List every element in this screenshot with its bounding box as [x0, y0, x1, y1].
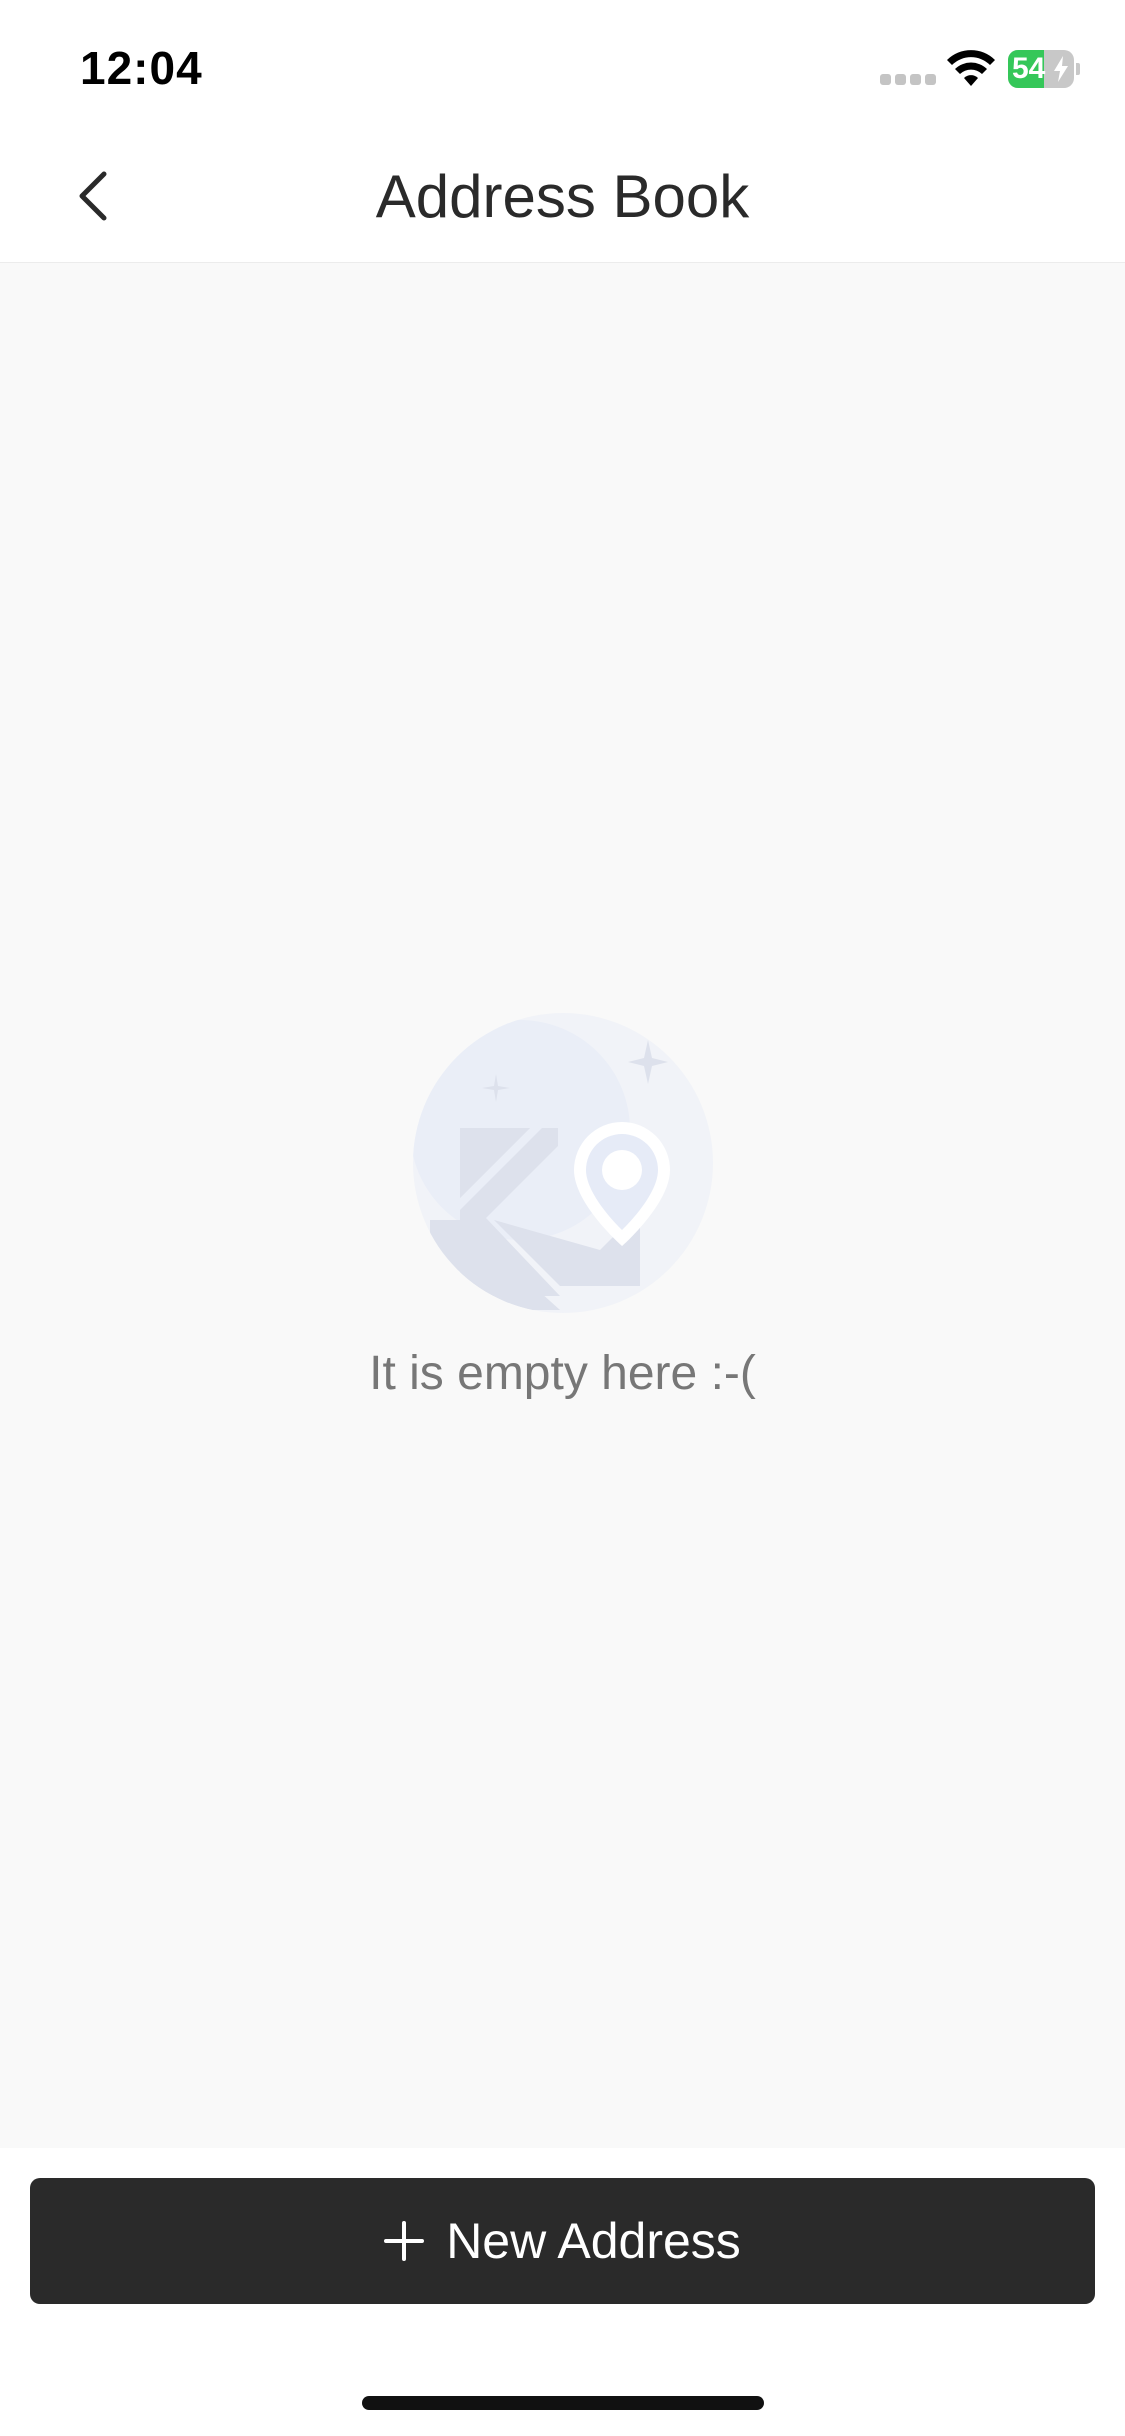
cellular-signal-icon [880, 74, 936, 86]
empty-state-message: It is empty here :-( [369, 1347, 756, 1400]
new-address-button[interactable]: New Address [30, 2178, 1095, 2304]
bottom-action-bar: New Address [0, 2148, 1125, 2436]
wifi-icon [947, 50, 995, 86]
plus-icon [384, 2221, 425, 2261]
home-indicator[interactable] [362, 2396, 764, 2410]
map-location-pin-icon [413, 1013, 713, 1313]
battery-level: 54 [1012, 52, 1046, 85]
battery-icon: 54 [1008, 50, 1080, 88]
status-bar: 12:04 54 [0, 0, 1125, 132]
navigation-bar: Address Book [0, 132, 1125, 263]
new-address-label: New Address [446, 2213, 741, 2269]
page-title: Address Book [375, 163, 750, 230]
charging-bolt-icon [1054, 56, 1068, 82]
status-time: 12:04 [80, 42, 203, 94]
address-book-screen: 12:04 54 Address Book It is empty here:… [0, 0, 1125, 2436]
